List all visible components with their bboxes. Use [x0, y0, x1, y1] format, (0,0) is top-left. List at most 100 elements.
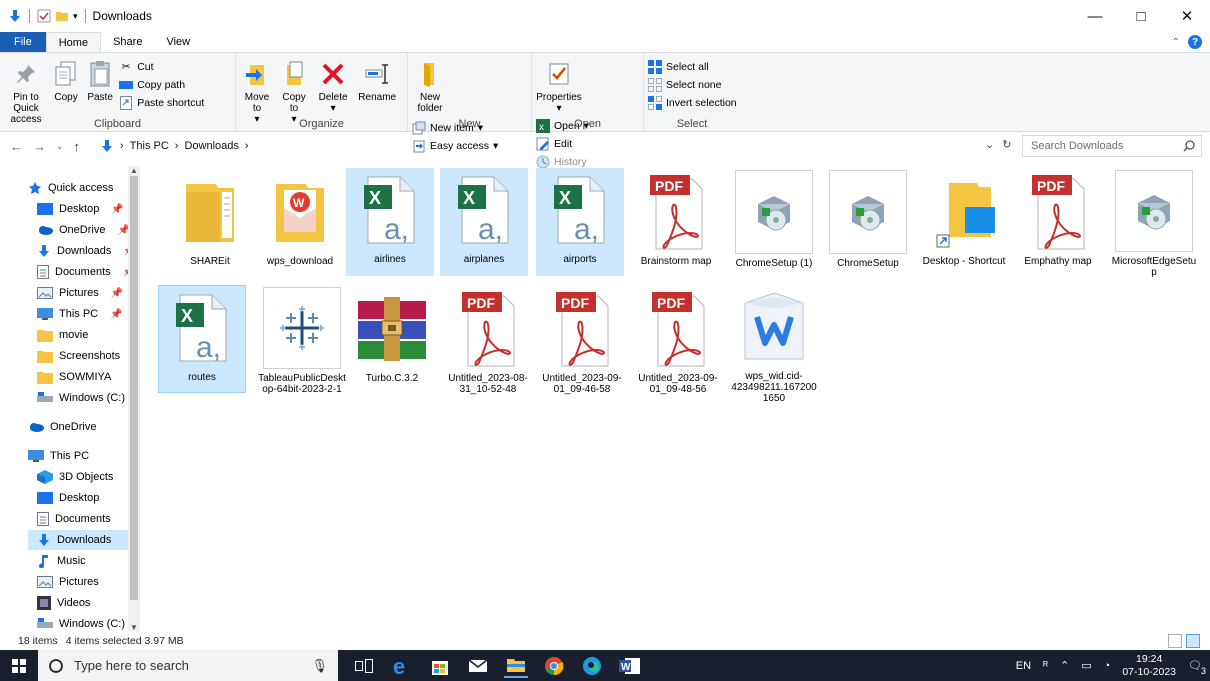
nav-qa-screenshots[interactable]: Screenshots: [37, 346, 120, 366]
details-view-icon[interactable]: [1168, 634, 1182, 648]
nav-scrollbar[interactable]: ▲ ▼: [128, 166, 140, 632]
new-folder-button[interactable]: New folder: [412, 55, 448, 114]
file-tile[interactable]: PDF Untitled_2023-09-01_09-46-58: [538, 287, 626, 395]
taskbar-search-input[interactable]: Type here to search: [74, 658, 189, 673]
refresh-icon[interactable]: ↻: [1002, 138, 1011, 151]
nav-qa-downloads[interactable]: Downloads📌: [37, 241, 136, 261]
file-tile[interactable]: SHAREit: [166, 170, 254, 278]
search-box[interactable]: Search Downloads: [1022, 135, 1202, 157]
folder-icon[interactable]: [55, 9, 69, 23]
wifi-icon[interactable]: ◔: [1104, 660, 1111, 672]
nav-desktop[interactable]: Desktop: [37, 488, 99, 508]
properties-button[interactable]: Properties ▾: [536, 55, 582, 114]
file-tile[interactable]: Xa, airports: [536, 168, 624, 276]
edge-icon[interactable]: [580, 654, 604, 678]
nav-onedrive[interactable]: OneDrive: [28, 417, 96, 437]
select-none-button[interactable]: Select none: [648, 76, 741, 93]
file-tile[interactable]: TableauPublicDesktop-64bit-2023-2-1: [258, 287, 346, 395]
nav-documents[interactable]: Documents: [37, 509, 111, 529]
network-icon[interactable]: ▭: [1081, 659, 1091, 672]
invert-selection-button[interactable]: Invert selection: [648, 94, 741, 111]
mail-icon[interactable]: [466, 654, 490, 678]
cut-button[interactable]: ✂ Cut: [119, 58, 208, 75]
help-icon[interactable]: ?: [1188, 35, 1202, 49]
language-indicator[interactable]: EN: [1016, 660, 1031, 672]
file-tile[interactable]: PDF Untitled_2023-08-31_10-52-48: [444, 287, 532, 395]
paste-shortcut-button[interactable]: Paste shortcut: [119, 94, 208, 111]
breadcrumb-this-pc[interactable]: This PC: [130, 140, 169, 152]
nav-this-pc[interactable]: This PC: [28, 446, 89, 466]
edge-legacy-icon[interactable]: e: [390, 654, 414, 678]
nav-qa-desktop[interactable]: Desktop 📌: [37, 199, 124, 219]
large-icons-view-icon[interactable]: [1186, 634, 1200, 648]
address-dropdown-icon[interactable]: ⌄: [985, 138, 994, 151]
rename-button[interactable]: Rename: [355, 55, 399, 103]
file-explorer-icon[interactable]: [504, 654, 528, 678]
file-tile[interactable]: MicrosoftEdgeSetup: [1110, 170, 1198, 278]
file-tile[interactable]: wps_wid.cid-423498211.1672001650: [730, 287, 818, 404]
copy-button[interactable]: Copy: [51, 55, 81, 103]
file-tile[interactable]: PDF Brainstorm map: [632, 170, 720, 278]
nav-scrollbar-thumb[interactable]: [130, 176, 138, 600]
nav-downloads[interactable]: Downloads: [28, 530, 140, 550]
tab-view[interactable]: View: [154, 32, 202, 52]
notifications-icon[interactable]: 🗨 3: [1188, 659, 1206, 676]
nav-qa-documents[interactable]: Documents📌: [37, 262, 135, 282]
file-tile[interactable]: W wps_download: [256, 170, 344, 278]
show-hidden-icons-icon[interactable]: ⌃: [1060, 659, 1069, 672]
file-tile[interactable]: ChromeSetup: [824, 170, 912, 278]
file-tile[interactable]: Turbo.C.3.2: [348, 287, 436, 395]
forward-arrow-icon[interactable]: →: [33, 139, 46, 154]
properties-check-icon[interactable]: [37, 9, 51, 23]
chrome-icon[interactable]: [542, 654, 566, 678]
file-tile[interactable]: Xa, airlines: [346, 168, 434, 276]
nav-videos[interactable]: Videos: [37, 593, 90, 613]
recent-locations-icon[interactable]: ⌄: [56, 141, 64, 152]
file-tile[interactable]: ChromeSetup (1): [730, 170, 818, 278]
move-to-button[interactable]: Move to ▾: [240, 55, 274, 125]
minimize-button[interactable]: —: [1072, 0, 1118, 32]
tab-share[interactable]: Share: [101, 32, 154, 52]
copy-to-button[interactable]: Copy to ▾: [277, 55, 311, 125]
scroll-down-arrow-icon[interactable]: ▼: [128, 623, 140, 632]
pin-quick-access-button[interactable]: Pin to Quick access: [4, 55, 48, 125]
store-icon[interactable]: [428, 654, 452, 678]
back-arrow-icon[interactable]: ←: [10, 139, 23, 154]
up-arrow-icon[interactable]: ↑: [74, 139, 81, 154]
nav-qa-onedrive[interactable]: OneDrive 📌: [37, 220, 130, 240]
task-view-icon[interactable]: [352, 654, 376, 678]
maximize-button[interactable]: □: [1118, 0, 1164, 32]
file-tile[interactable]: PDF Emphathy map: [1014, 170, 1102, 278]
start-button[interactable]: [0, 650, 38, 681]
nav-windows-c[interactable]: Windows (C:): [37, 614, 125, 632]
nav-3d-objects[interactable]: 3D Objects: [37, 467, 113, 487]
nav-qa-windows-c[interactable]: Windows (C:): [37, 388, 125, 408]
file-tile[interactable]: PDF Untitled_2023-09-01_09-48-56: [634, 287, 722, 395]
clock[interactable]: 19:24 07-10-2023: [1122, 653, 1176, 679]
nav-pictures[interactable]: Pictures: [37, 572, 99, 592]
down-arrow-icon[interactable]: [8, 9, 22, 23]
file-tile[interactable]: Xa, airplanes: [440, 168, 528, 276]
customize-qat-icon[interactable]: ▾: [73, 11, 78, 22]
delete-button[interactable]: Delete ▾: [314, 55, 352, 114]
nav-qa-pictures[interactable]: Pictures 📌: [37, 283, 123, 303]
nav-qa-sowmiya[interactable]: SOWMIYA: [37, 367, 111, 387]
taskbar-search[interactable]: Type here to search 🎙: [38, 650, 338, 681]
paste-button[interactable]: Paste: [84, 55, 116, 103]
nav-quick-access[interactable]: Quick access: [28, 178, 113, 198]
word-icon[interactable]: W: [618, 654, 642, 678]
collapse-ribbon-icon[interactable]: ⌃: [1172, 37, 1180, 48]
breadcrumb-downloads[interactable]: Downloads: [184, 140, 238, 152]
nav-music[interactable]: Music: [37, 551, 86, 571]
people-icon[interactable]: ᴿ: [1043, 660, 1048, 672]
tab-file[interactable]: File: [0, 32, 46, 52]
tab-home[interactable]: Home: [45, 32, 102, 52]
select-all-button[interactable]: Select all: [648, 58, 741, 75]
microphone-icon[interactable]: 🎙: [311, 658, 328, 674]
file-tile[interactable]: Xa, routes: [158, 285, 246, 393]
copy-path-button[interactable]: Copy path: [119, 76, 208, 93]
nav-qa-this-pc[interactable]: This PC 📌: [37, 304, 123, 324]
close-button[interactable]: ✕: [1164, 0, 1210, 32]
scroll-up-arrow-icon[interactable]: ▲: [128, 166, 140, 175]
address-bar[interactable]: › This PC › Downloads ›: [100, 135, 1018, 157]
